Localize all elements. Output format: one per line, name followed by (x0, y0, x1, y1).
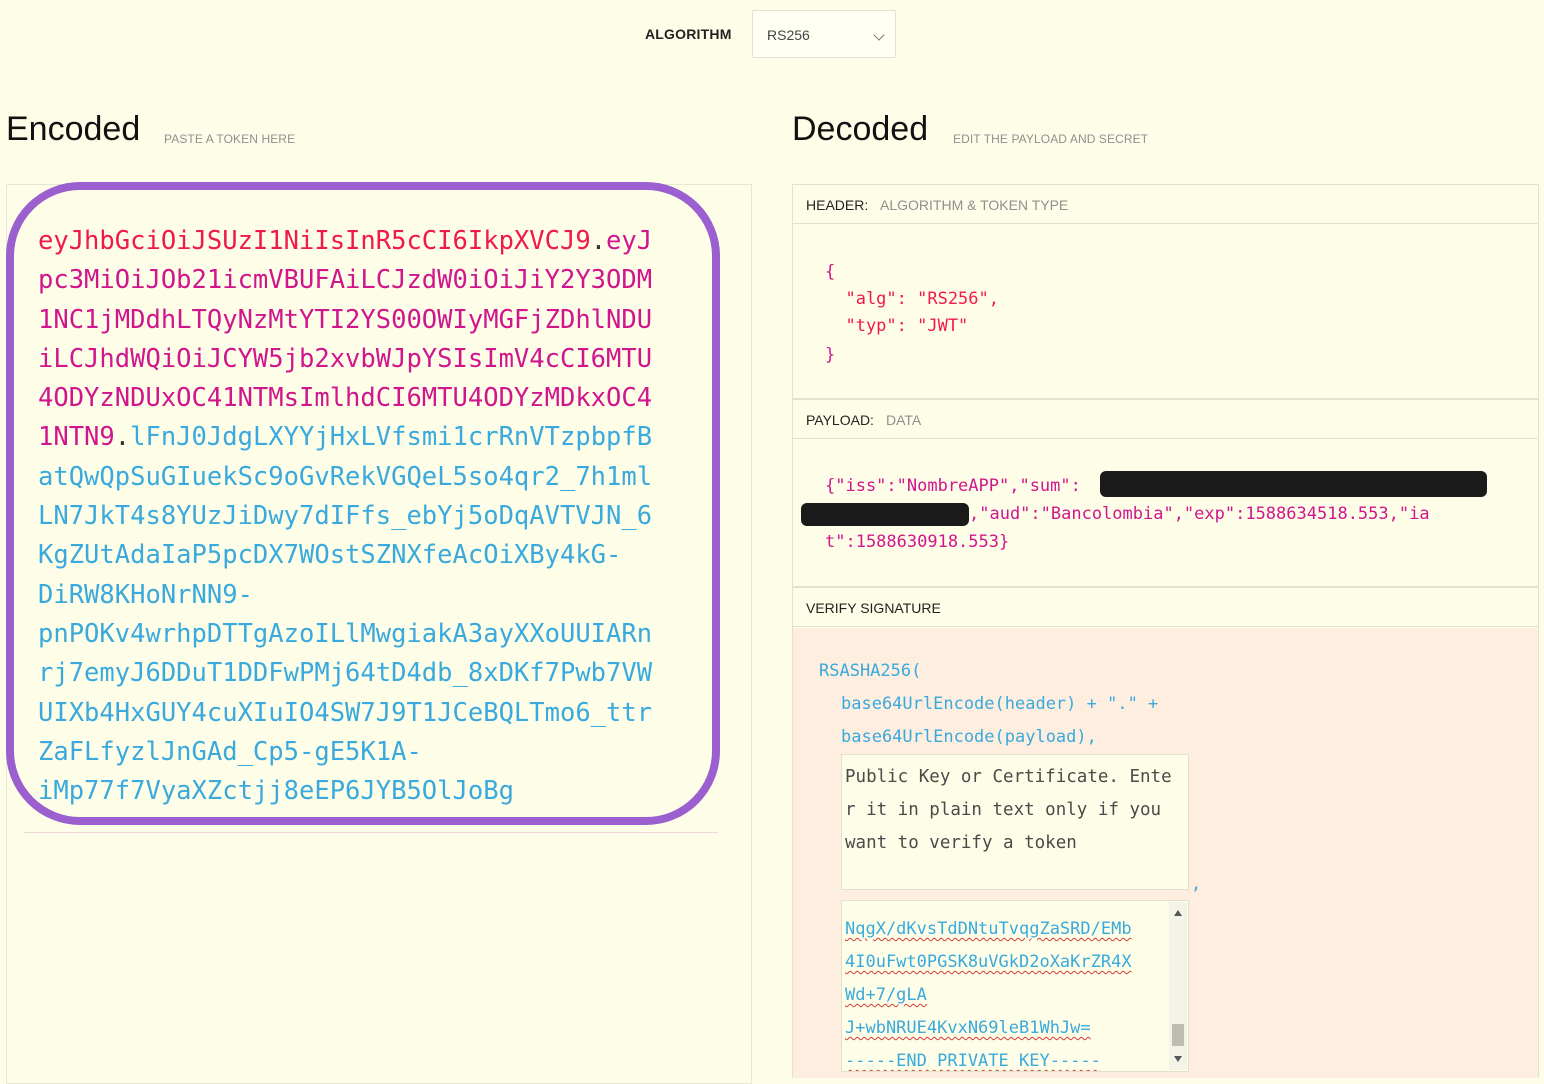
scroll-up-icon[interactable] (1174, 910, 1182, 916)
decoded-title: Decoded (792, 110, 929, 148)
encoded-title: Encoded (6, 110, 141, 148)
verify-section-head: VERIFY SIGNATURE (792, 587, 1539, 627)
header-section-head: HEADER: ALGORITHM & TOKEN TYPE (792, 184, 1539, 224)
verify-function: RSASHA256( (819, 661, 922, 681)
private-key-scrollbar[interactable] (1169, 902, 1187, 1070)
payload-json-line-2[interactable]: ,"aud":"Bancolombia","exp":1588634518.55… (969, 504, 1430, 524)
algorithm-label: ALGORITHM (645, 26, 732, 42)
private-key-line: Wd+7/gLA (845, 985, 927, 1005)
header-json-typ[interactable]: "typ": "JWT" (825, 316, 968, 336)
algorithm-select[interactable]: RS256 (752, 10, 896, 58)
header-key: HEADER: (806, 197, 869, 213)
highlight-annotation (6, 182, 720, 825)
private-key-line: J+wbNRUE4KvxN69leB1WhJw= (845, 1018, 1091, 1038)
public-key-placeholder: Public Key or Certificate. Enter it in p… (845, 767, 1172, 853)
header-json-open[interactable]: { (825, 262, 835, 282)
verify-comma: , (1191, 874, 1202, 894)
verify-title: VERIFY SIGNATURE (806, 600, 941, 616)
payload-json-line-1[interactable]: {"iss":"NombreAPP","sum": (825, 476, 1081, 496)
verify-arg-payload: base64UrlEncode(payload), (841, 727, 1097, 747)
scroll-thumb[interactable] (1172, 1024, 1184, 1046)
private-key-line: NqgX/dKvsTdDNtuTvqgZaSRD/EMb (845, 919, 1132, 939)
private-key-line: 4I0uFwt0PGSK8uVGkD2oXaKrZR4X (845, 952, 1132, 972)
redaction-bar (801, 503, 969, 526)
private-key-input[interactable]: NqgX/dKvsTdDNtuTvqgZaSRD/EMb 4I0uFwt0PGS… (841, 900, 1189, 1072)
payload-key: PAYLOAD: (806, 412, 874, 428)
verify-arg-header: base64UrlEncode(header) + "." + (841, 694, 1159, 714)
header-desc: ALGORITHM & TOKEN TYPE (880, 197, 1069, 213)
algorithm-value: RS256 (767, 27, 810, 43)
private-key-line: -----END PRIVATE KEY----- (845, 1051, 1101, 1071)
scroll-down-icon[interactable] (1174, 1056, 1182, 1062)
encoded-divider (24, 832, 718, 833)
chevron-down-icon (873, 29, 885, 41)
redaction-bar (1100, 471, 1487, 497)
header-json-close[interactable]: } (825, 345, 835, 365)
payload-desc: DATA (886, 412, 922, 428)
header-json-alg[interactable]: "alg": "RS256", (825, 289, 999, 309)
payload-section-head: PAYLOAD: DATA (792, 399, 1539, 439)
decoded-subtitle: EDIT THE PAYLOAD AND SECRET (953, 132, 1149, 146)
encoded-subtitle: PASTE A TOKEN HERE (164, 132, 296, 146)
public-key-input[interactable]: Public Key or Certificate. Enter it in p… (841, 754, 1189, 890)
payload-json-line-3[interactable]: t":1588630918.553} (825, 532, 1009, 552)
